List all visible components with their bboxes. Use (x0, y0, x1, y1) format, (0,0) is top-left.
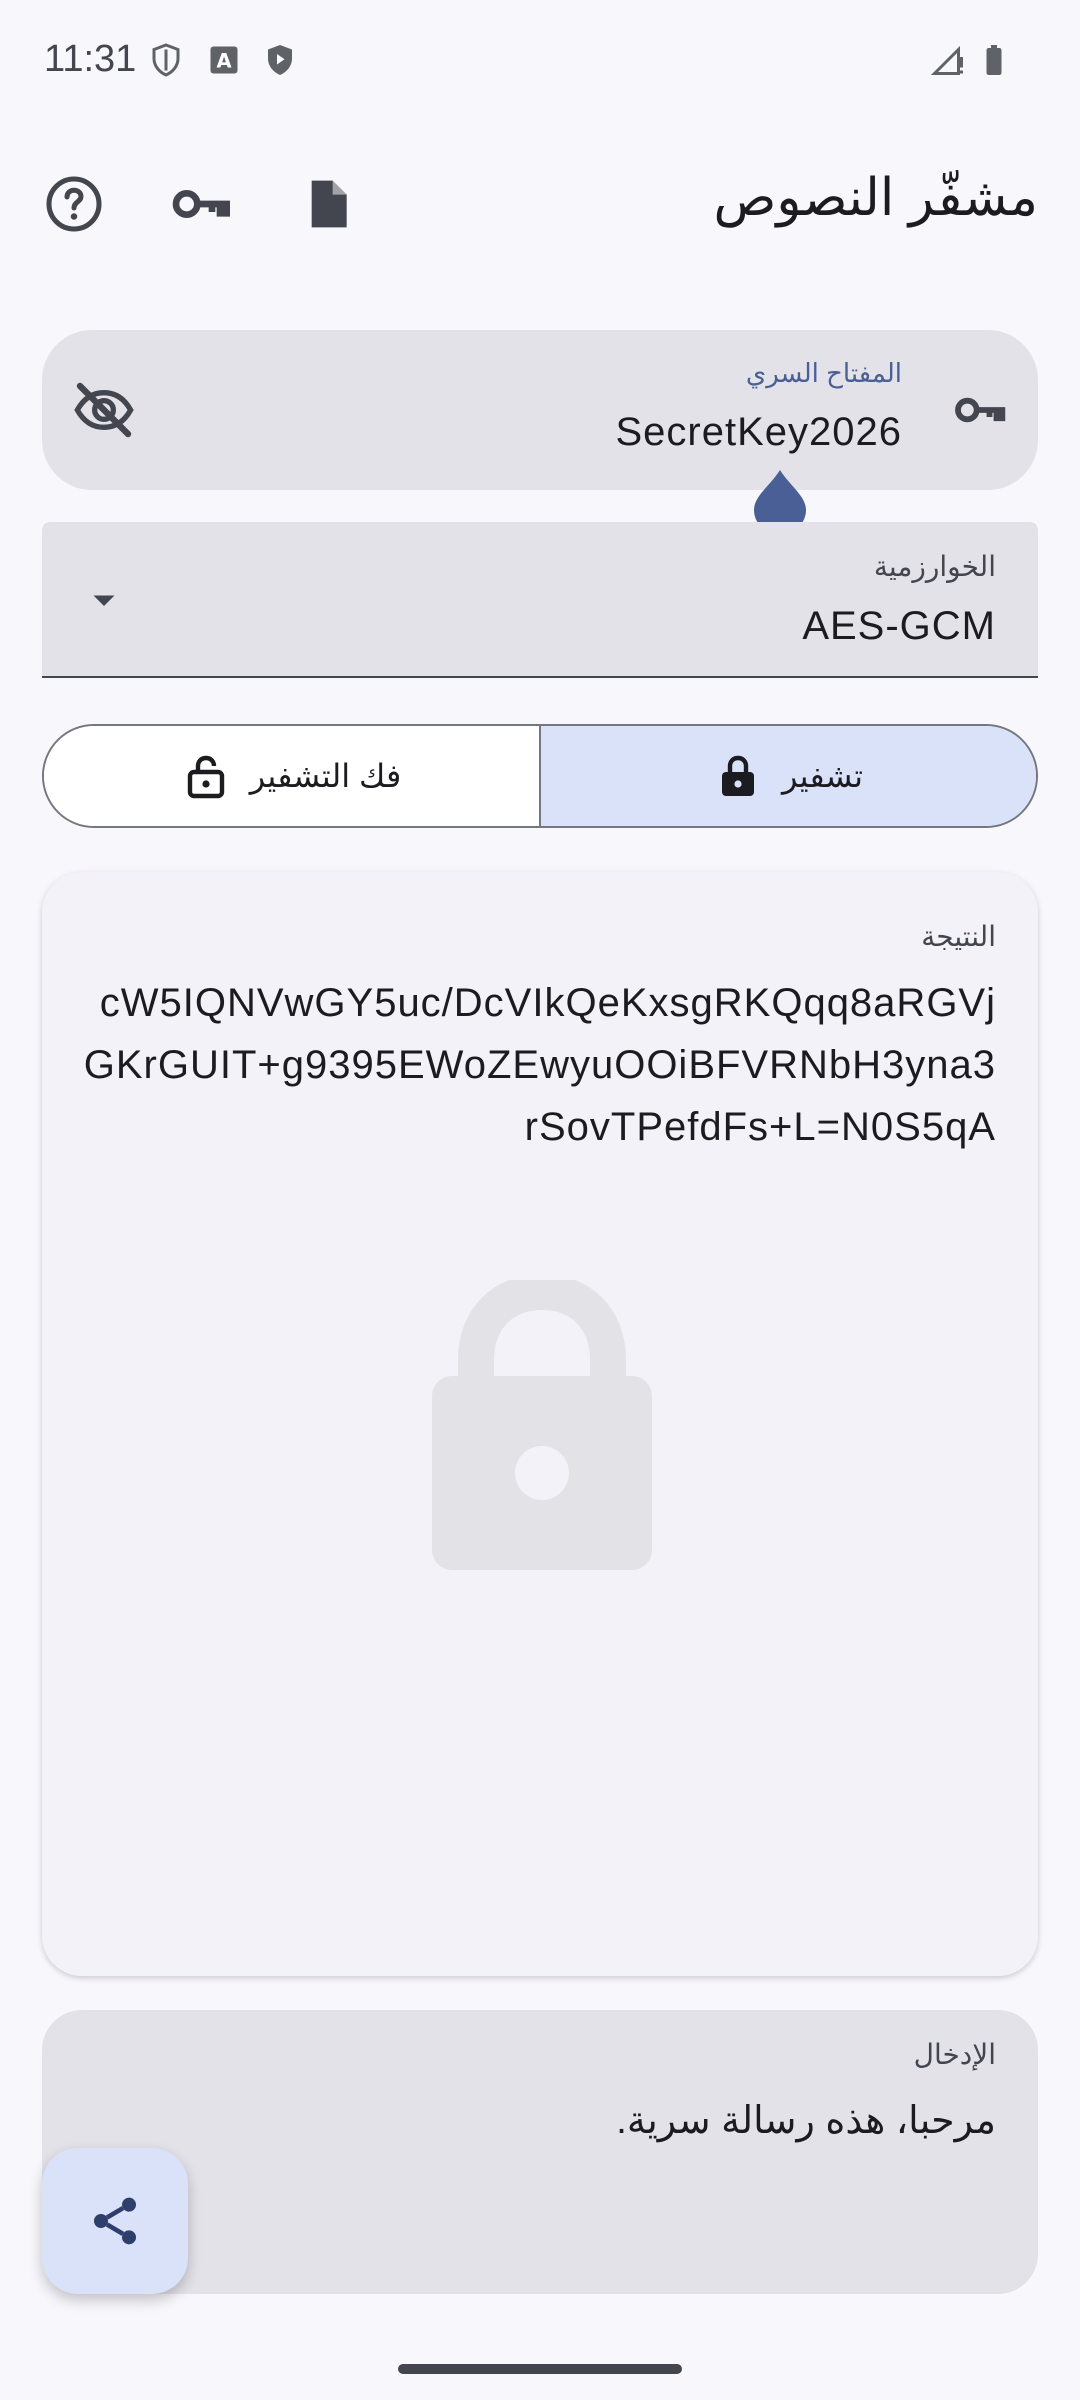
result-text[interactable]: cW5IQNVwGY5uc/DcVIkQeKxsgRKQqq8aRGVjGKrG… (76, 972, 996, 1158)
secret-key-input[interactable]: SecretKey2026 (615, 410, 902, 455)
key-button[interactable] (160, 164, 240, 244)
lock-icon (432, 1280, 652, 1570)
dropdown-arrow-icon[interactable] (86, 582, 122, 618)
status-bar: 11:31 A (0, 0, 1080, 120)
encrypt-button[interactable]: تشفير (541, 726, 1036, 826)
app-title: مشفّر النصوص (713, 169, 1039, 227)
shield-icon (152, 43, 180, 77)
algorithm-label: الخوارزمية (873, 551, 996, 582)
font-icon: A (210, 46, 238, 74)
encrypt-label: تشفير (782, 758, 863, 794)
result-card: النتيجة cW5IQNVwGY5uc/DcVIkQeKxsgRKQqq8a… (42, 872, 1038, 1976)
key-icon (172, 190, 230, 218)
secret-key-field[interactable]: المفتاح السري SecretKey2026 (42, 330, 1038, 490)
decrypt-label: فك التشفير (249, 758, 402, 794)
visibility-off-icon[interactable] (72, 378, 136, 442)
key-icon (955, 397, 1006, 423)
secret-key-label: المفتاح السري (745, 358, 902, 388)
algorithm-value: AES-GCM (802, 604, 996, 648)
share-button[interactable] (42, 2148, 188, 2294)
result-label: النتيجة (921, 921, 996, 952)
play-shield-icon (268, 45, 292, 75)
document-button[interactable] (288, 164, 368, 244)
algorithm-dropdown[interactable]: الخوارزمية AES-GCM (42, 522, 1038, 678)
lock-open-icon (187, 755, 224, 799)
input-label: الإدخال (913, 2039, 996, 2070)
status-time: 11:31 (44, 38, 137, 80)
home-indicator[interactable] (398, 2364, 682, 2374)
svg-text:A: A (216, 50, 231, 73)
input-text-field[interactable]: مرحبا، هذه رسالة سرية. (616, 2098, 996, 2143)
help-icon (46, 176, 102, 232)
help-button[interactable] (34, 164, 114, 244)
input-card[interactable]: الإدخال مرحبا، هذه رسالة سرية. (42, 2010, 1038, 2294)
document-icon (311, 180, 347, 228)
battery-icon (986, 45, 1002, 75)
lock-icon (722, 755, 755, 796)
signal-icon (930, 45, 963, 75)
share-icon (94, 2197, 136, 2245)
mode-segmented-button: فك التشفير تشفير (42, 724, 1038, 828)
decrypt-button[interactable]: فك التشفير (44, 726, 541, 826)
